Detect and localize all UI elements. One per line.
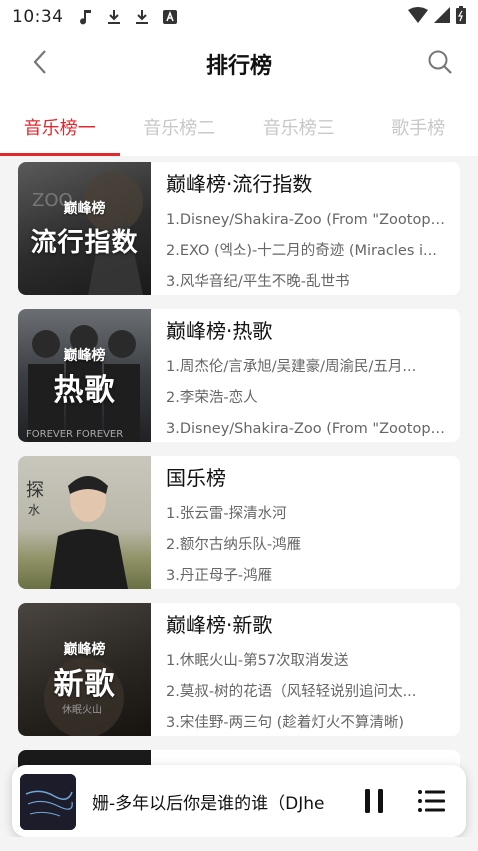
chart-list: ZOO 巅峰榜 流行指数 巅峰榜·流行指数 1.Disney/Shakira-Z…	[0, 156, 478, 776]
download-icon	[106, 9, 122, 25]
cover-title: 热歌	[53, 373, 116, 408]
tab-music-chart-1[interactable]: 音乐榜一	[0, 90, 120, 156]
song-item: 2.额尔古纳乐队-鸿雁	[166, 537, 302, 553]
chart-card-popularity[interactable]: ZOO 巅峰榜 流行指数 巅峰榜·流行指数 1.Disney/Shakira-Z…	[18, 162, 460, 295]
music-note-icon	[78, 9, 94, 25]
download-icon	[134, 9, 150, 25]
playlist-icon	[418, 790, 445, 812]
cover-logo: 巅峰榜	[63, 642, 106, 658]
tab-music-chart-3[interactable]: 音乐榜三	[239, 90, 359, 156]
song-item: 1.周杰伦/言承旭/吴建豪/周渝民/五月...	[166, 359, 417, 375]
song-item: 1.张云雷-探清水河	[166, 506, 287, 522]
chart-card-new[interactable]: 休眠火山 巅峰榜 新歌 巅峰榜·新歌 1.休眠火山-第57次取消发送 2.莫叔-…	[18, 603, 460, 736]
app-a-icon	[162, 9, 178, 25]
song-item: 3.丹正母子-鸿雁	[166, 568, 273, 584]
cover-logo: 巅峰榜	[63, 201, 106, 217]
status-time: 10:34	[12, 7, 64, 27]
cover-title: 新歌	[53, 667, 116, 702]
system-nav-bar	[0, 837, 478, 851]
chart-cover: 休眠火山 巅峰榜 新歌	[18, 603, 151, 736]
pause-button[interactable]	[358, 785, 390, 817]
app-bar: 排行榜	[0, 34, 478, 90]
tab-bar: 音乐榜一 音乐榜二 音乐榜三 歌手榜	[0, 90, 478, 156]
svg-text:休眠火山: 休眠火山	[62, 704, 102, 716]
signal-icon	[434, 7, 450, 27]
cover-logo: 巅峰榜	[63, 348, 106, 364]
chart-name: 巅峰榜·新歌	[166, 613, 273, 637]
page-title: 排行榜	[205, 54, 272, 79]
wifi-icon	[408, 7, 428, 27]
now-playing-cover	[20, 774, 76, 830]
svg-text:探: 探	[26, 480, 44, 501]
song-item: 1.休眠火山-第57次取消发送	[166, 653, 349, 669]
search-button[interactable]	[424, 46, 456, 78]
search-icon	[428, 50, 452, 74]
playlist-button[interactable]	[416, 785, 448, 817]
cover-title: 流行指数	[30, 228, 139, 258]
svg-text:FOREVER FOREVER: FOREVER FOREVER	[26, 429, 123, 440]
song-item: 3.Disney/Shakira-Zoo (From "Zootopi...	[166, 421, 448, 437]
song-item: 2.李荣浩-恋人	[166, 390, 258, 406]
chart-name: 巅峰榜·流行指数	[166, 172, 313, 196]
chart-name: 国乐榜	[166, 466, 226, 490]
song-item: 2.EXO (엑소)-十二月的奇迹 (Miracles i...	[166, 243, 437, 259]
tab-music-chart-2[interactable]: 音乐榜二	[120, 90, 240, 156]
chart-name: 巅峰榜·热歌	[166, 319, 273, 343]
chart-cover: 探水	[18, 456, 151, 589]
chart-card-hot[interactable]: FOREVER FOREVER 巅峰榜 热歌 巅峰榜·热歌 1.周杰伦/言承旭/…	[18, 309, 460, 442]
song-item: 2.莫叔-树的花语（风轻轻说别追问太...	[166, 684, 417, 700]
song-item: 1.Disney/Shakira-Zoo (From "Zootopi...	[166, 212, 448, 228]
chart-card-guoyue[interactable]: 探水 国乐榜 1.张云雷-探清水河 2.额尔古纳乐队-鸿雁 3.丹正母子-鸿雁	[18, 456, 460, 589]
status-bar: 10:34	[0, 0, 478, 34]
now-playing-title: 姗-多年以后你是谁的谁（DJhe	[92, 794, 325, 814]
pause-icon	[365, 789, 383, 813]
svg-text:水: 水	[28, 503, 40, 517]
battery-icon	[456, 6, 466, 28]
chart-cover: FOREVER FOREVER 巅峰榜 热歌	[18, 309, 151, 442]
mini-player[interactable]: 姗-多年以后你是谁的谁（DJhe	[12, 765, 466, 837]
chart-cover: ZOO 巅峰榜 流行指数	[18, 162, 151, 295]
tab-artist-chart[interactable]: 歌手榜	[359, 90, 478, 156]
song-item: 3.宋佳野-两三句 (趁着灯火不算清晰)	[166, 715, 404, 731]
song-item: 3.风华音纪/平生不晚-乱世书	[166, 274, 350, 290]
